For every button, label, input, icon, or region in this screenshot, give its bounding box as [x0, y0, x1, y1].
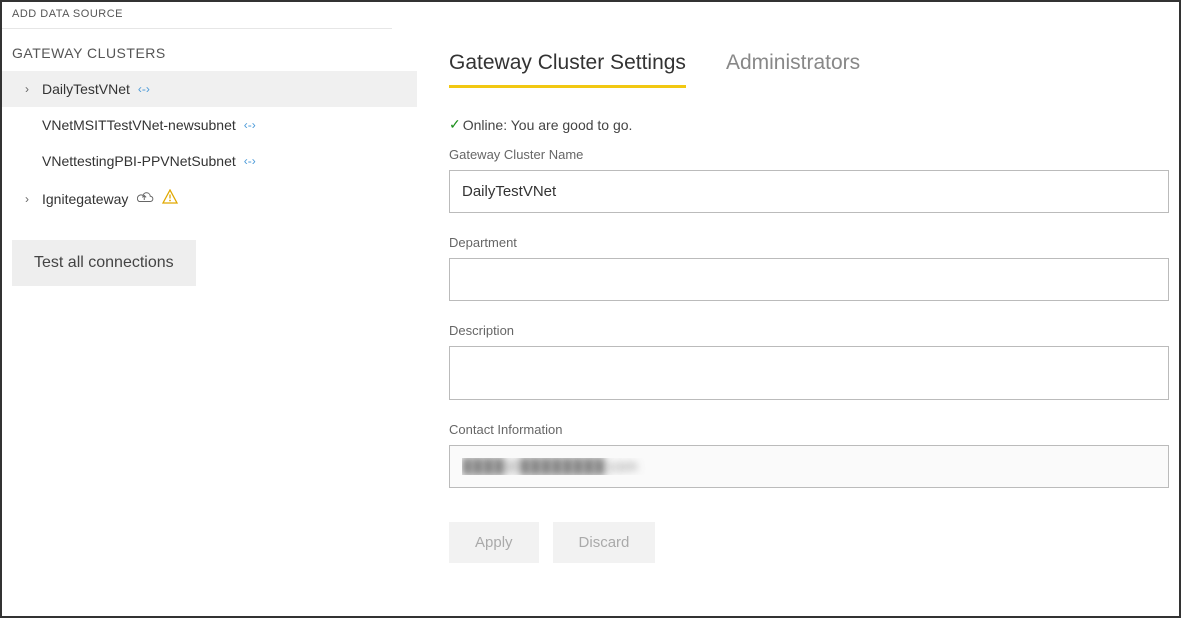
cluster-name: DailyTestVNet — [42, 81, 130, 97]
cluster-item-dailytestvnet[interactable]: › DailyTestVNet ‹-› — [2, 71, 417, 107]
cluster-item-vnettestingpbi[interactable]: VNettestingPBI-PPVNetSubnet ‹-› — [2, 143, 417, 179]
status-line: ✓ Online: You are good to go. — [449, 116, 1169, 133]
link-icon: ‹-› — [244, 118, 256, 132]
gateway-cluster-name-input[interactable] — [449, 170, 1169, 213]
apply-button[interactable]: Apply — [449, 522, 539, 563]
content-pane: Gateway Cluster Settings Administrators … — [417, 29, 1179, 616]
chevron-right-icon[interactable]: › — [20, 192, 34, 206]
description-input[interactable] — [449, 346, 1169, 400]
cluster-settings-form: Gateway Cluster Name Department Descript… — [449, 147, 1169, 563]
tab-bar: Gateway Cluster Settings Administrators — [449, 51, 1169, 88]
contact-information-label: Contact Information — [449, 422, 1169, 437]
link-icon: ‹-› — [244, 154, 256, 168]
main-layout: GATEWAY CLUSTERS › DailyTestVNet ‹-› VNe… — [2, 29, 1179, 616]
add-data-source-link[interactable]: ADD DATA SOURCE — [2, 2, 392, 29]
department-input[interactable] — [449, 258, 1169, 301]
form-actions: Apply Discard — [449, 522, 1169, 563]
sidebar-heading: GATEWAY CLUSTERS — [2, 45, 417, 71]
warning-icon — [162, 189, 178, 208]
test-all-connections-button[interactable]: Test all connections — [12, 240, 196, 286]
cluster-name: VNetMSITTestVNet-newsubnet — [42, 117, 236, 133]
contact-information-input[interactable] — [449, 445, 1169, 488]
link-icon: ‹-› — [138, 82, 150, 96]
sidebar: GATEWAY CLUSTERS › DailyTestVNet ‹-› VNe… — [2, 29, 417, 616]
status-text: Online: You are good to go. — [463, 117, 633, 133]
chevron-right-icon[interactable]: › — [20, 82, 34, 96]
cluster-item-ignitegateway[interactable]: › Ignitegateway — [2, 179, 417, 218]
discard-button[interactable]: Discard — [553, 522, 656, 563]
cluster-item-vnetmsit[interactable]: VNetMSITTestVNet-newsubnet ‹-› — [2, 107, 417, 143]
cluster-name: VNettestingPBI-PPVNetSubnet — [42, 153, 236, 169]
gateway-cluster-name-label: Gateway Cluster Name — [449, 147, 1169, 162]
tab-administrators[interactable]: Administrators — [726, 51, 860, 88]
cluster-name: Ignitegateway — [42, 191, 128, 207]
check-icon: ✓ — [449, 116, 461, 133]
cloud-icon — [136, 190, 154, 207]
gateway-cluster-list: › DailyTestVNet ‹-› VNetMSITTestVNet-new… — [2, 71, 417, 218]
department-label: Department — [449, 235, 1169, 250]
tab-gateway-cluster-settings[interactable]: Gateway Cluster Settings — [449, 51, 686, 88]
description-label: Description — [449, 323, 1169, 338]
